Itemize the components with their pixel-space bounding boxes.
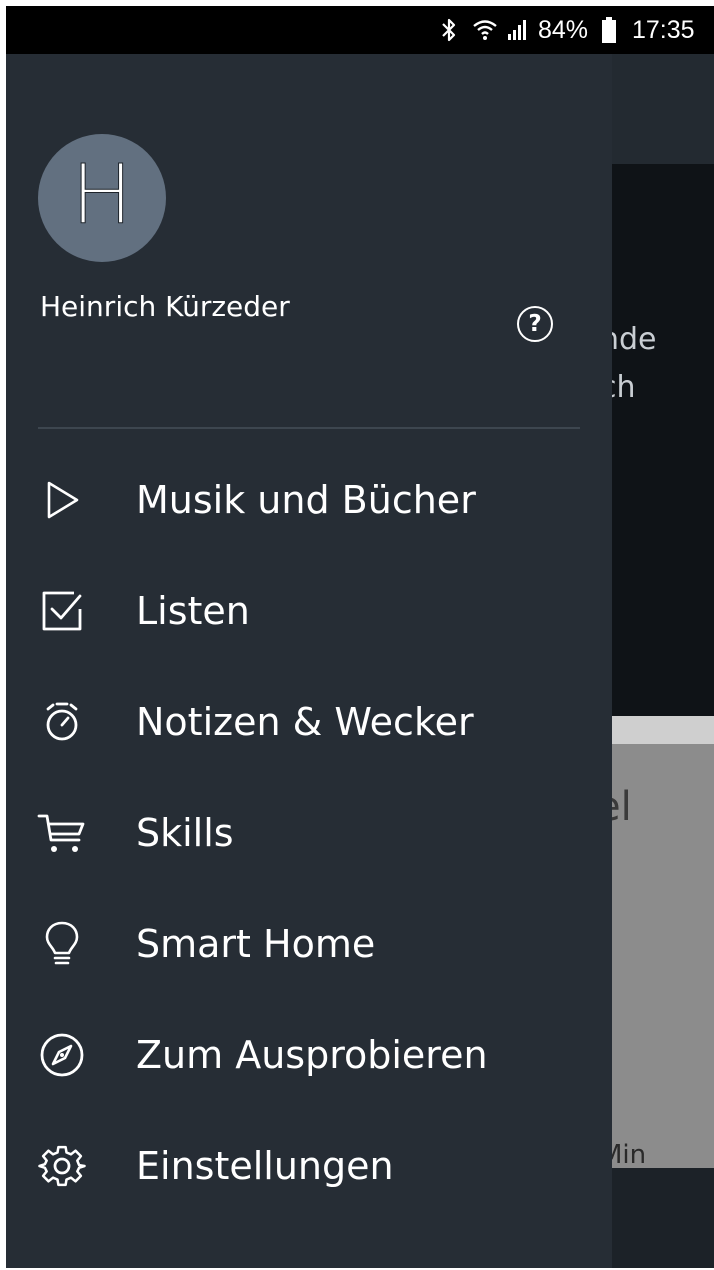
signal-icon <box>506 6 534 54</box>
screen: nde ch el Min 84% 17:35 H Heinrich Kürze… <box>0 0 714 1270</box>
wifi-icon <box>472 6 500 54</box>
battery-icon <box>601 6 619 54</box>
menu-item-label: Musik und Bücher <box>136 478 476 522</box>
navigation-drawer: H Heinrich Kürzeder ? Musik und Bücher L… <box>6 54 612 1268</box>
menu-item-zum-ausprobieren[interactable]: Zum Ausprobieren <box>6 1005 612 1105</box>
cart-icon <box>36 807 88 859</box>
gear-icon <box>36 1140 88 1192</box>
menu-item-skills[interactable]: Skills <box>6 783 612 883</box>
divider <box>38 427 580 429</box>
bluetooth-icon <box>440 6 462 54</box>
menu-item-listen[interactable]: Listen <box>6 561 612 661</box>
help-icon: ? <box>528 311 542 337</box>
avatar-letter: H <box>71 148 134 243</box>
lightbulb-icon <box>36 918 88 970</box>
menu-item-label: Notizen & Wecker <box>136 700 474 744</box>
user-name: Heinrich Kürzeder <box>40 290 290 323</box>
status-time: 17:35 <box>632 15 695 44</box>
menu-item-label: Einstellungen <box>136 1144 394 1188</box>
play-icon <box>36 474 88 526</box>
help-button[interactable]: ? <box>517 306 553 342</box>
checklist-icon <box>36 585 88 637</box>
menu-item-label: Skills <box>136 811 234 855</box>
menu-item-einstellungen[interactable]: Einstellungen <box>6 1116 612 1216</box>
timer-icon <box>36 696 88 748</box>
menu-item-label: Zum Ausprobieren <box>136 1033 488 1077</box>
status-bar: 84% 17:35 <box>6 6 714 54</box>
menu-item-notizen-wecker[interactable]: Notizen & Wecker <box>6 672 612 772</box>
menu-item-smart-home[interactable]: Smart Home <box>6 894 612 994</box>
menu-item-musik-und-buecher[interactable]: Musik und Bücher <box>6 450 612 550</box>
avatar[interactable]: H <box>38 134 166 262</box>
menu-item-label: Smart Home <box>136 922 376 966</box>
battery-percentage: 84% <box>538 15 589 44</box>
compass-icon <box>36 1029 88 1081</box>
menu-item-label: Listen <box>136 589 250 633</box>
